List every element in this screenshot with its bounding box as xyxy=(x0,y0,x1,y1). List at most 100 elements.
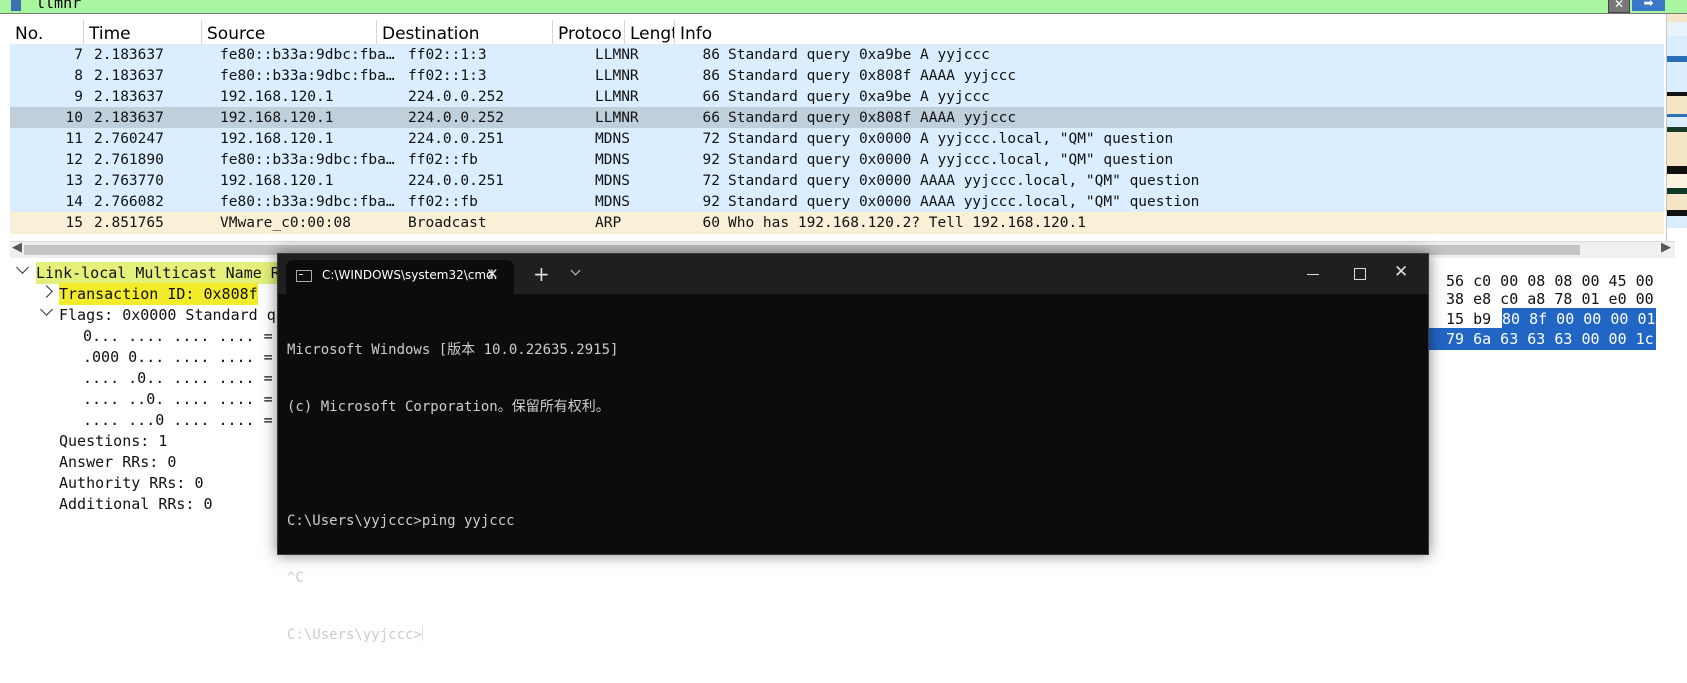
packet-details: Link-local Multicast Name R Transaction … xyxy=(0,262,280,542)
packet-no: 9 xyxy=(74,89,83,105)
packet-row[interactable]: 15 2.851765 VMware_c0:00:08 Broadcast ARP 60 W… xyxy=(10,212,1664,234)
new-tab-icon[interactable]: + xyxy=(533,262,550,286)
close-tab-icon[interactable]: ✕ xyxy=(486,265,499,283)
packet-row[interactable]: 12 2.761890 fe80::b33a:9dbc:fba… ff02::fb MD… xyxy=(10,149,1664,171)
tree-item-flags[interactable]: Flags: 0x0000 Standard q xyxy=(59,304,276,326)
packet-source: 192.168.120.1 xyxy=(220,89,334,105)
terminal-line: (c) Microsoft Corporation。保留所有权利。 xyxy=(287,399,610,415)
packet-source: fe80::b33a:9dbc:fba… xyxy=(220,47,395,63)
terminal-line: C:\Users\yyjccc>ping yyjccc xyxy=(287,513,515,529)
packet-protocol: LLMNR xyxy=(595,68,639,84)
tree-item-flag-bit[interactable]: .... ...0 .... .... = xyxy=(83,409,273,431)
packet-protocol: LLMNR xyxy=(595,89,639,105)
packet-row[interactable]: 13 2.763770 192.168.120.1 224.0.0.251 MDNS 72… xyxy=(10,170,1664,192)
expand-arrow-icon[interactable] xyxy=(16,262,29,274)
packet-info: Standard query 0xa9be A yyjccc xyxy=(728,89,990,105)
packet-length: 86 xyxy=(702,47,720,63)
packet-no: 15 xyxy=(65,215,83,231)
packet-destination: ff02::fb xyxy=(408,152,478,168)
packet-info: Who has 192.168.120.2? Tell 192.168.120.… xyxy=(728,215,1086,231)
packet-info: Standard query 0x808f AAAA yyjccc xyxy=(728,68,1017,84)
packet-destination: 224.0.0.251 xyxy=(408,131,505,147)
packet-destination: 224.0.0.252 xyxy=(408,89,505,105)
packet-length: 60 xyxy=(702,215,720,231)
packet-destination: Broadcast xyxy=(408,215,487,231)
clear-filter-icon[interactable]: ✕ xyxy=(1608,0,1630,13)
packet-info: Standard query 0xa9be A yyjccc xyxy=(728,47,990,63)
packet-protocol: MDNS xyxy=(595,173,630,189)
packet-row[interactable]: 11 2.760247 192.168.120.1 224.0.0.251 MDNS 72… xyxy=(10,128,1664,150)
packet-minimap[interactable] xyxy=(1666,14,1687,242)
packet-source: fe80::b33a:9dbc:fba… xyxy=(220,152,395,168)
cmd-window[interactable]: C:\WINDOWS\system32\cmd. ✕ + ✕ Microsoft… xyxy=(277,253,1429,643)
tree-item-llmnr[interactable]: Link-local Multicast Name R xyxy=(36,262,280,284)
packet-protocol: MDNS xyxy=(595,131,630,147)
packet-row[interactable]: 7 2.183637 fe80::b33a:9dbc:fba… ff02::1:3 LL… xyxy=(10,44,1664,66)
terminal-line: Microsoft Windows [版本 10.0.22635.2915] xyxy=(287,342,619,358)
packet-protocol: ARP xyxy=(595,215,622,231)
text-cursor xyxy=(421,626,423,641)
packet-source: fe80::b33a:9dbc:fba… xyxy=(220,68,395,84)
terminal-prompt-line[interactable]: C:\Users\yyjccc> xyxy=(287,626,618,645)
tree-item-authority-rrs[interactable]: Authority RRs: 0 xyxy=(59,472,204,494)
packet-row[interactable]: 8 2.183637 fe80::b33a:9dbc:fba… ff02::1:3 LL… xyxy=(10,65,1664,87)
tree-item-answer-rrs[interactable]: Answer RRs: 0 xyxy=(59,451,176,473)
packet-source: VMware_c0:00:08 xyxy=(220,215,351,231)
bytes-row-plain: 15 b9 xyxy=(1446,310,1492,328)
expand-arrow-icon[interactable] xyxy=(40,303,53,316)
packet-info: Standard query 0x0000 AAAA yyjccc.local,… xyxy=(728,173,1200,189)
packet-no: 8 xyxy=(74,68,83,84)
packet-no: 10 xyxy=(65,110,83,126)
terminal-icon xyxy=(296,270,312,282)
packet-time: 2.183637 xyxy=(94,89,164,105)
apply-filter-arrow-icon[interactable]: ➡ xyxy=(1632,0,1665,11)
packet-info: Standard query 0x808f AAAA yyjccc xyxy=(728,110,1017,126)
cmd-tab-title: C:\WINDOWS\system32\cmd. xyxy=(322,268,498,282)
packet-time: 2.851765 xyxy=(94,215,164,231)
cmd-titlebar[interactable]: C:\WINDOWS\system32\cmd. ✕ + ✕ xyxy=(278,254,1428,294)
packet-length: 72 xyxy=(702,131,720,147)
cmd-tab[interactable]: C:\WINDOWS\system32\cmd. ✕ xyxy=(286,260,514,294)
packet-list: No. Time Source Destination Protoco Leng… xyxy=(10,20,1664,241)
terminal-line: ^C xyxy=(287,570,304,586)
packet-protocol: MDNS xyxy=(595,152,630,168)
packet-source: 192.168.120.1 xyxy=(220,110,334,126)
tree-item-transaction-id[interactable]: Transaction ID: 0x808f xyxy=(59,283,258,305)
packet-info: Standard query 0x0000 A yyjccc.local, "Q… xyxy=(728,131,1174,147)
tree-item-flag-bit[interactable]: .... ..0. .... .... = xyxy=(83,388,273,410)
packet-destination: 224.0.0.251 xyxy=(408,173,505,189)
packet-row[interactable]: 14 2.766082 fe80::b33a:9dbc:fba… ff02::fb MD… xyxy=(10,191,1664,213)
packet-destination: ff02::1:3 xyxy=(408,47,487,63)
packet-row[interactable]: 9 2.183637 192.168.120.1 224.0.0.252 LLMNR 66… xyxy=(10,86,1664,108)
packet-no: 14 xyxy=(65,194,83,210)
terminal-output[interactable]: Microsoft Windows [版本 10.0.22635.2915] (… xyxy=(287,303,618,683)
packet-info: Standard query 0x0000 A yyjccc.local, "Q… xyxy=(728,152,1174,168)
packet-time: 2.183637 xyxy=(94,47,164,63)
bytes-row: 38 e8 c0 a8 78 01 e0 00 xyxy=(1446,290,1654,308)
maximize-icon[interactable] xyxy=(1354,268,1366,280)
bookmark-icon[interactable] xyxy=(11,0,21,11)
packet-length: 66 xyxy=(702,89,720,105)
packet-time: 2.760247 xyxy=(94,131,164,147)
tree-item-flag-bit[interactable]: .... .0.. .... .... = xyxy=(83,367,273,389)
tree-item-flag-bit[interactable]: 0... .... .... .... = xyxy=(83,325,273,347)
minimize-icon[interactable] xyxy=(1307,274,1319,275)
packet-time: 2.766082 xyxy=(94,194,164,210)
close-window-icon[interactable]: ✕ xyxy=(1394,262,1408,282)
tree-item-additional-rrs[interactable]: Additional RRs: 0 xyxy=(59,493,213,515)
packet-row[interactable]: 10 2.183637 192.168.120.1 224.0.0.252 LLMNR 6… xyxy=(10,107,1664,129)
tree-item-flag-bit[interactable]: .000 0... .... .... = xyxy=(83,346,273,368)
tree-item-questions[interactable]: Questions: 1 xyxy=(59,430,167,452)
display-filter-bar[interactable]: llmnr ✕ ➡ xyxy=(0,0,1687,14)
packet-length: 92 xyxy=(702,194,720,210)
filter-input-text[interactable]: llmnr xyxy=(36,0,81,12)
scroll-left-icon[interactable]: ◀ xyxy=(12,240,22,255)
bytes-row-selected: 80 8f 00 00 00 01 xyxy=(1502,308,1656,330)
scroll-right-icon[interactable]: ▶ xyxy=(1661,240,1671,255)
packet-source: 192.168.120.1 xyxy=(220,173,334,189)
packet-no: 12 xyxy=(65,152,83,168)
chevron-down-icon[interactable] xyxy=(570,265,581,276)
packet-time: 2.183637 xyxy=(94,68,164,84)
collapse-arrow-icon[interactable] xyxy=(40,285,53,298)
